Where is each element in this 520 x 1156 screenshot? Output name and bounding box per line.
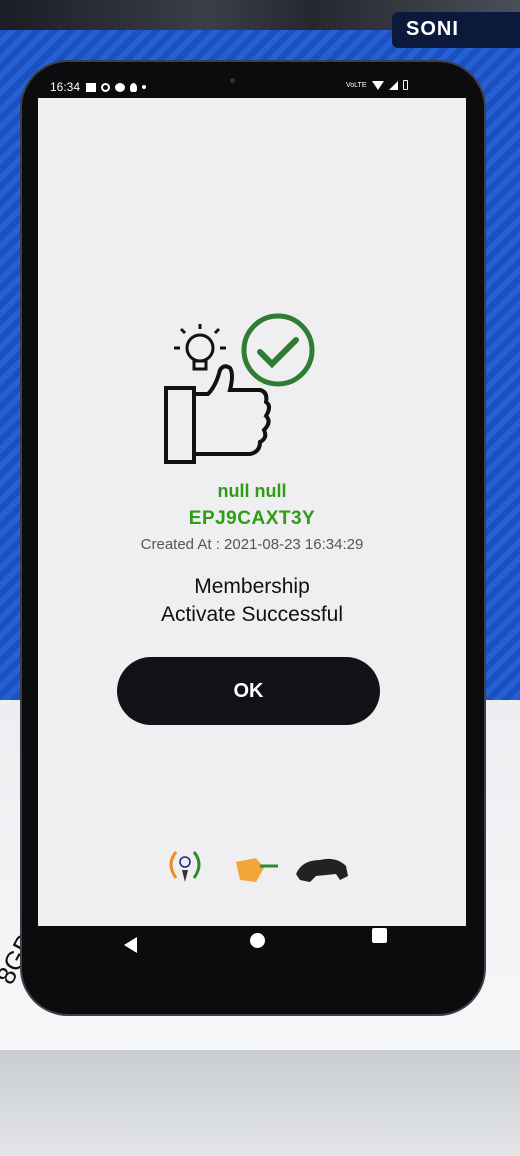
success-message: Membership Activate Successful [38, 573, 466, 629]
background-floor [0, 1050, 520, 1156]
wifi-icon [371, 80, 384, 90]
ok-button[interactable]: OK [117, 657, 380, 725]
back-icon[interactable] [124, 937, 137, 953]
thumbs-up-icon [164, 364, 271, 464]
settings-icon [101, 82, 111, 92]
membership-code: EPJ9CAXT3Y [188, 508, 316, 529]
recents-icon[interactable] [372, 928, 387, 943]
volte-label: VoLTE [346, 81, 367, 89]
notification-icon [86, 82, 97, 92]
success-title-line1: Membership [194, 575, 310, 598]
footer-logos [169, 851, 348, 882]
navigation-bar [38, 926, 466, 960]
message-icon [115, 82, 126, 92]
created-at: Created At : 2021-08-23 16:34:29 [140, 536, 364, 553]
status-time: 16:34 [50, 80, 81, 94]
system-icons: VoLTE [346, 80, 408, 90]
member-name: null null [217, 481, 287, 501]
bulb-icon [174, 324, 226, 371]
aatmanirbhar-logo [169, 851, 201, 882]
battery-icon [402, 80, 408, 90]
home-icon[interactable] [250, 933, 265, 948]
success-illustration [164, 313, 315, 464]
success-title-line2: Activate Successful [160, 603, 344, 626]
make-in-india-logo [296, 858, 348, 882]
background-tag: SONI [392, 12, 520, 48]
check-circle-icon [241, 313, 315, 387]
more-dot-icon [142, 85, 147, 89]
vocal-for-local-logo [236, 858, 278, 882]
bulb-small-icon [130, 82, 138, 92]
notification-icons [86, 82, 147, 92]
signal-icon [388, 80, 398, 90]
front-camera [230, 78, 235, 83]
